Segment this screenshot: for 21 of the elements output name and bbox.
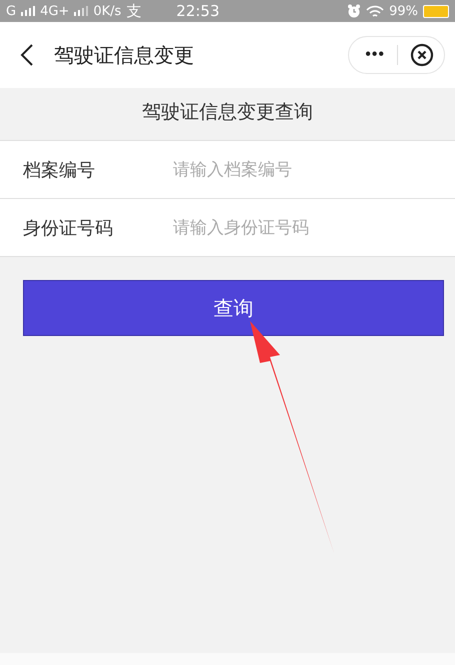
clock-time: 22:53: [176, 2, 220, 20]
input-field[interactable]: 请输入身份证号码: [171, 216, 455, 238]
page-title: 驾驶证信息变更: [54, 42, 194, 68]
field-label: 档案编号: [23, 158, 96, 182]
battery-label: 99%: [389, 4, 418, 18]
app-glyph: 支: [126, 2, 142, 20]
close-icon[interactable]: [410, 43, 434, 67]
signal-icon: [74, 6, 88, 16]
battery-icon: [423, 4, 449, 18]
signal-icon: [21, 6, 36, 16]
form-heading: 驾驶证信息变更查询: [141, 100, 314, 125]
field-label: 身份证号码: [23, 216, 114, 240]
alarm-icon: [347, 4, 362, 18]
input-field[interactable]: 请输入档案编号: [171, 158, 455, 180]
carrier-label: G: [6, 4, 16, 18]
speed-label: 0K/s: [93, 4, 122, 18]
query-button[interactable]: 查询: [23, 280, 444, 336]
more-button[interactable]: •••: [365, 46, 385, 64]
network-label: 4G+: [40, 4, 70, 18]
wifi-icon: [366, 4, 384, 18]
back-icon[interactable]: [20, 43, 34, 67]
